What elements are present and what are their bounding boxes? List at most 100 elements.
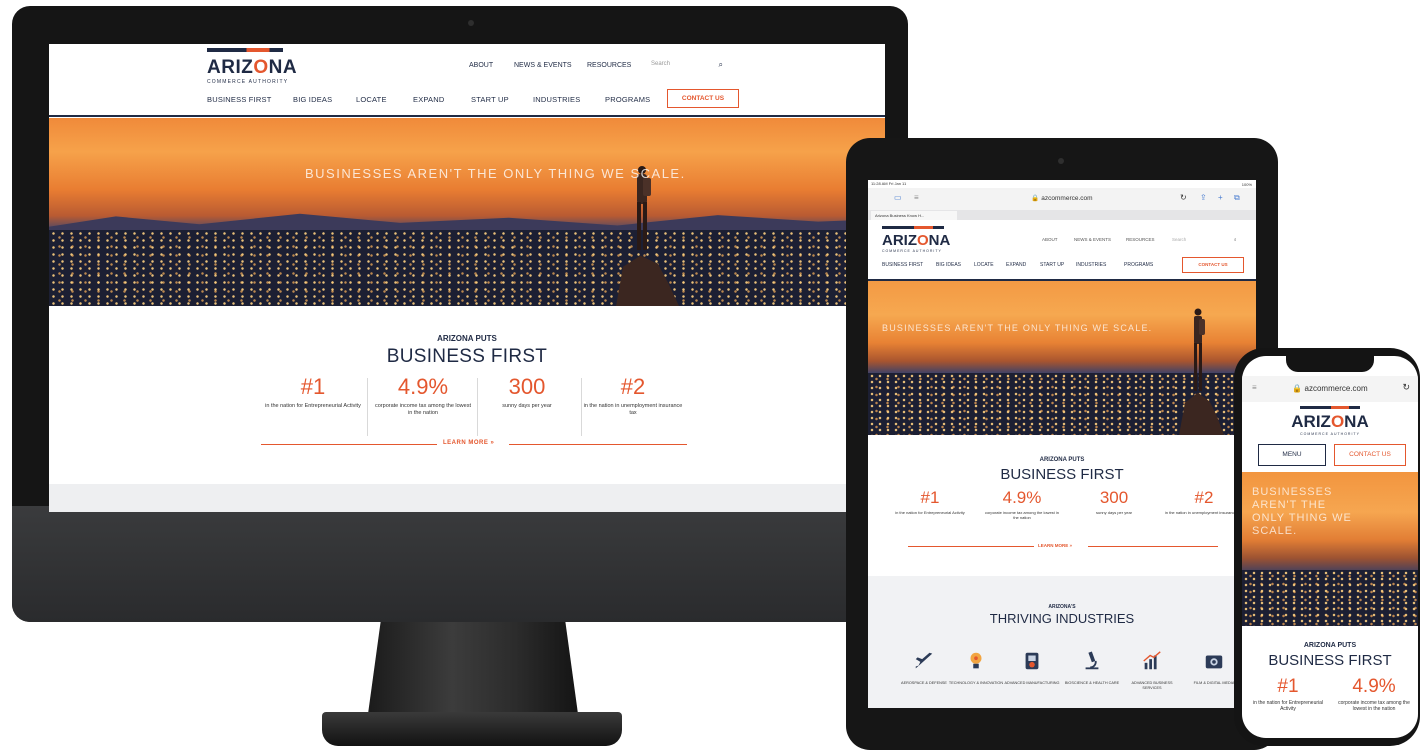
industry-item[interactable]: AEROSPACE & DEFENSE [896,650,952,686]
monitor-chin [12,506,908,622]
learn-more-link[interactable]: LEARN MORE » [443,440,494,446]
hero-city-lights [49,230,885,306]
hiker-silhouette [1194,308,1205,391]
industry-item[interactable]: ADVANCED MANUFACTURING [1004,650,1060,686]
nav-big-ideas[interactable]: BIG IDEAS [936,262,961,268]
nav-expand[interactable]: EXPAND [413,95,445,104]
nav-locate[interactable]: LOCATE [974,262,994,268]
browser-toolbar: ≡ 🔒 azcommerce.com ↻ [1242,376,1418,402]
industry-item[interactable]: TECHNOLOGY & INNOVATION [948,650,1004,686]
new-tab-icon[interactable]: + [1218,193,1223,202]
stat-item: 4.9% corporate income tax among the lowe… [1334,676,1414,712]
hero-banner: BUSINESSES AREN'T THE ONLY THING WE SCAL… [868,281,1256,435]
util-link-news-events[interactable]: NEWS & EVENTS [1074,237,1111,242]
site-logo[interactable]: ARIZONA [1242,412,1418,432]
search-icon[interactable]: ⌕ [719,60,723,70]
util-link-about[interactable]: ABOUT [1042,237,1058,242]
stat-item: #1 in the nation for Entrepreneurial Act… [890,488,970,515]
util-link-resources[interactable]: RESOURCES [1126,237,1155,242]
hero-headline: BUSINESSES AREN'T THE ONLY THING WE SCAL… [882,323,1153,333]
menu-button[interactable]: MENU [1258,444,1326,466]
site-logo[interactable]: ARIZONA [207,57,297,79]
logo-subtitle: COMMERCE AUTHORITY [1300,432,1360,436]
camera-icon [1058,158,1064,164]
stat-item: 4.9% corporate income tax among the lowe… [373,374,473,417]
industry-item[interactable]: ADVANCED BUSINESS SERVICES [1124,650,1180,691]
stat-value: #2 [620,374,646,399]
monitor-neck [368,622,578,714]
nav-expand[interactable]: EXPAND [1006,262,1026,268]
industry-item[interactable]: BIOSCIENCE & HEALTH CARE [1064,650,1120,686]
nav-big-ideas[interactable]: BIG IDEAS [293,95,332,104]
nav-programs[interactable]: PROGRAMS [1124,262,1153,268]
nav-industries[interactable]: INDUSTRIES [533,95,580,104]
section-heading: BUSINESS FIRST [1268,652,1392,669]
industries-section: ARIZONA'S THRIVING INDUSTRIES AEROSPACE … [868,576,1256,708]
contact-us-button[interactable]: CONTACT US [1182,257,1244,273]
browser-toolbar: ▭ ≡ 🔒 azcommerce.com ↻ ⇪ + ⧉ [868,188,1256,210]
section-heading: BUSINESS FIRST [1000,466,1124,483]
stat-text: in the nation for Entrepreneurial Activi… [895,510,965,515]
util-link-resources[interactable]: RESOURCES [587,62,631,69]
stat-value: 300 [1099,488,1129,507]
contact-us-button[interactable]: CONTACT US [667,89,739,108]
nav-industries[interactable]: INDUSTRIES [1076,262,1106,268]
nav-business-first[interactable]: BUSINESS FIRST [207,95,271,104]
browser-tab[interactable]: Arizona Business Know H... [871,211,957,220]
stat-text: in the nation for Entrepreneurial Activi… [265,403,361,409]
contact-us-button[interactable]: CONTACT US [1334,444,1406,466]
stat-value: 300 [508,374,546,399]
monitor-stand [322,712,622,746]
stat-value: #1 [300,374,326,399]
next-section-band [49,484,885,512]
stat-separator [367,378,368,436]
search-input[interactable]: Search ⌕ [649,58,727,72]
hero-banner: BUSINESSES AREN'T THE ONLY THING WE SCAL… [1242,472,1418,626]
stat-text: in the nation for Entrepreneurial Activi… [1252,700,1324,712]
hero-headline: BUSINESSES AREN'T THE ONLY THING WE SCAL… [1252,486,1352,537]
reload-icon[interactable]: ↻ [1402,382,1410,393]
camera-icon [468,20,474,26]
stat-value: #2 [1194,488,1214,507]
util-link-news-events[interactable]: NEWS & EVENTS [514,62,572,69]
address-bar[interactable]: 🔒 azcommerce.com [1242,384,1418,393]
hero-banner: BUSINESSES AREN'T THE ONLY THING WE SCAL… [49,118,885,306]
industries-heading: THRIVING INDUSTRIES [989,611,1135,626]
section-kicker: ARIZONA PUTS [1303,642,1357,649]
search-input[interactable]: Search [1172,237,1186,242]
nav-locate[interactable]: LOCATE [356,95,387,104]
nav-business-first[interactable]: BUSINESS FIRST [882,262,923,268]
share-icon[interactable]: ⇪ [1200,193,1207,202]
util-link-about[interactable]: ABOUT [469,62,493,69]
logo-subtitle: COMMERCE AUTHORITY [882,249,942,253]
logo-subtitle: COMMERCE AUTHORITY [207,79,289,85]
nav-programs[interactable]: PROGRAMS [605,95,650,104]
desktop-screen: ARIZONA COMMERCE AUTHORITY ABOUT NEWS & … [49,44,885,512]
stat-text: sunny days per year [502,403,552,409]
stat-text: corporate income tax among the lowest in… [984,510,1060,520]
status-time: 11:28 AM Fri Jan 11 [871,181,907,186]
stat-text: in the nation in unemployment insurance … [1164,510,1244,515]
phone-notch [1286,356,1374,372]
learn-more-link[interactable]: LEARN MORE » [1038,543,1072,548]
search-icon[interactable]: ⌕ [1234,237,1237,242]
reload-icon[interactable]: ↻ [1180,193,1187,202]
nav-start-up[interactable]: START UP [1040,262,1064,268]
stat-text: corporate income tax among the lowest in… [1338,700,1410,712]
stat-value: 4.9% [397,374,449,399]
airplane-icon [915,652,933,669]
learn-more-rule [1088,546,1218,547]
site-logo[interactable]: ARIZONA [882,232,950,249]
stat-text: in the nation in unemployment insurance … [583,403,683,416]
address-bar[interactable]: 🔒 azcommerce.com [868,194,1256,202]
lightbulb-icon [970,652,982,669]
phone-device: ≡ 🔒 azcommerce.com ↻ ARIZONA COMMERCE AU… [1234,348,1420,746]
tabs-icon[interactable]: ⧉ [1234,193,1240,203]
section-heading: BUSINESS FIRST [386,346,548,367]
industry-label: AEROSPACE & DEFENSE [901,681,947,685]
growth-chart-icon [1143,651,1161,670]
stat-item: #1 in the nation for Entrepreneurial Act… [263,374,363,410]
logo-color-bar [207,48,283,52]
nav-start-up[interactable]: START UP [471,95,509,104]
learn-more-rule [509,444,687,445]
